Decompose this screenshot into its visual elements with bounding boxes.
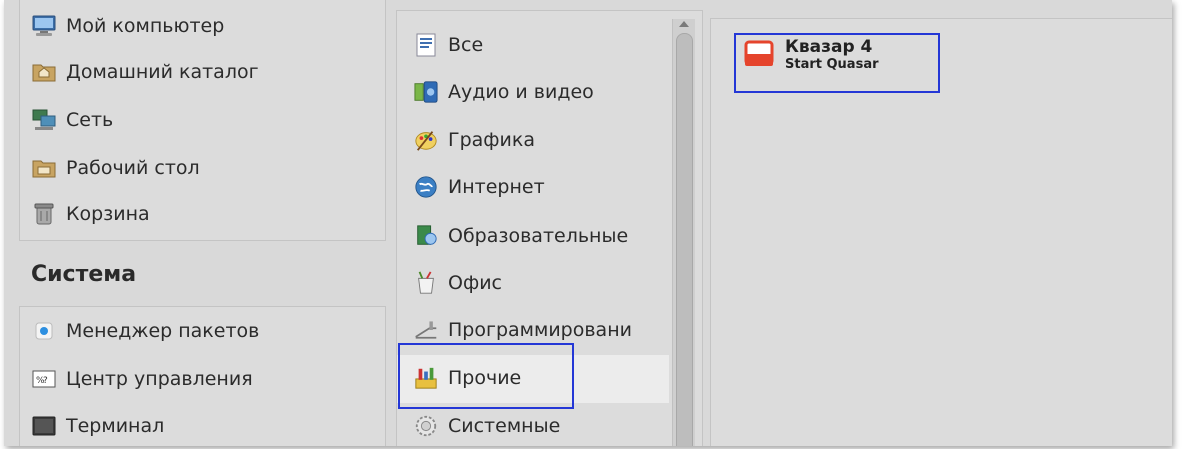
- system-item-label: Терминал: [66, 415, 165, 437]
- place-network[interactable]: Сеть: [32, 100, 113, 140]
- scrollbar-thumb[interactable]: [676, 33, 693, 446]
- place-label: Мой компьютер: [66, 15, 225, 37]
- terminal-icon: [32, 415, 56, 437]
- package-manager-icon: [32, 320, 56, 342]
- category-label: Офис: [448, 272, 502, 294]
- place-label: Корзина: [66, 203, 150, 225]
- education-icon: [414, 225, 438, 247]
- category-system[interactable]: Системные: [414, 406, 560, 446]
- svg-text:?: ?: [43, 376, 48, 386]
- scroll-up-icon[interactable]: [679, 21, 689, 27]
- category-label: Программировани: [448, 319, 632, 341]
- system-terminal[interactable]: Терминал: [32, 406, 164, 446]
- application-menu: Мой компьютер Домашний каталог Сеть Рабо…: [4, 0, 1172, 446]
- system-package-manager[interactable]: Менеджер пакетов: [32, 311, 259, 351]
- places-panel: Мой компьютер Домашний каталог Сеть Рабо…: [19, 0, 386, 241]
- multimedia-icon: [414, 81, 438, 103]
- computer-icon: [32, 15, 56, 37]
- category-label: Все: [448, 34, 484, 56]
- place-label: Сеть: [66, 109, 114, 131]
- app-highlight-box: [734, 33, 940, 93]
- place-trash[interactable]: Корзина: [32, 194, 150, 234]
- system-item-label: Менеджер пакетов: [66, 320, 260, 342]
- category-all[interactable]: Все: [414, 25, 483, 65]
- category-internet[interactable]: Интернет: [414, 167, 545, 207]
- network-icon: [32, 109, 56, 131]
- category-graphics[interactable]: Графика: [414, 120, 535, 160]
- category-label: Интернет: [448, 176, 545, 198]
- category-education[interactable]: Образовательные: [414, 216, 628, 256]
- system-settings-icon: [414, 415, 438, 437]
- internet-icon: [414, 176, 438, 198]
- system-panel: Менеджер пакетов %? Центр управления Тер…: [19, 306, 386, 446]
- graphics-icon: [414, 129, 438, 151]
- category-label: Образовательные: [448, 225, 629, 247]
- programming-icon: [414, 319, 438, 341]
- control-center-icon: %?: [32, 368, 56, 390]
- system-item-label: Центр управления: [66, 368, 253, 390]
- category-office[interactable]: Офис: [414, 263, 502, 303]
- place-desktop[interactable]: Рабочий стол: [32, 148, 200, 188]
- home-folder-icon: [32, 61, 56, 83]
- office-icon: [414, 271, 438, 294]
- category-label: Графика: [448, 129, 536, 151]
- place-label: Рабочий стол: [66, 157, 200, 179]
- place-label: Домашний каталог: [66, 61, 259, 83]
- place-home-folder[interactable]: Домашний каталог: [32, 52, 259, 92]
- category-label: Системные: [448, 415, 561, 437]
- system-section-title: Система: [31, 262, 137, 287]
- system-control-center[interactable]: %? Центр управления: [32, 359, 253, 399]
- category-label: Аудио и видео: [448, 81, 594, 103]
- categories-scrollbar[interactable]: [672, 19, 695, 446]
- category-multimedia[interactable]: Аудио и видео: [414, 72, 594, 112]
- category-highlight-box: [398, 343, 574, 409]
- all-icon: [414, 33, 438, 57]
- trash-icon: [32, 203, 56, 225]
- desktop-folder-icon: [32, 157, 56, 179]
- place-my-computer[interactable]: Мой компьютер: [32, 6, 224, 46]
